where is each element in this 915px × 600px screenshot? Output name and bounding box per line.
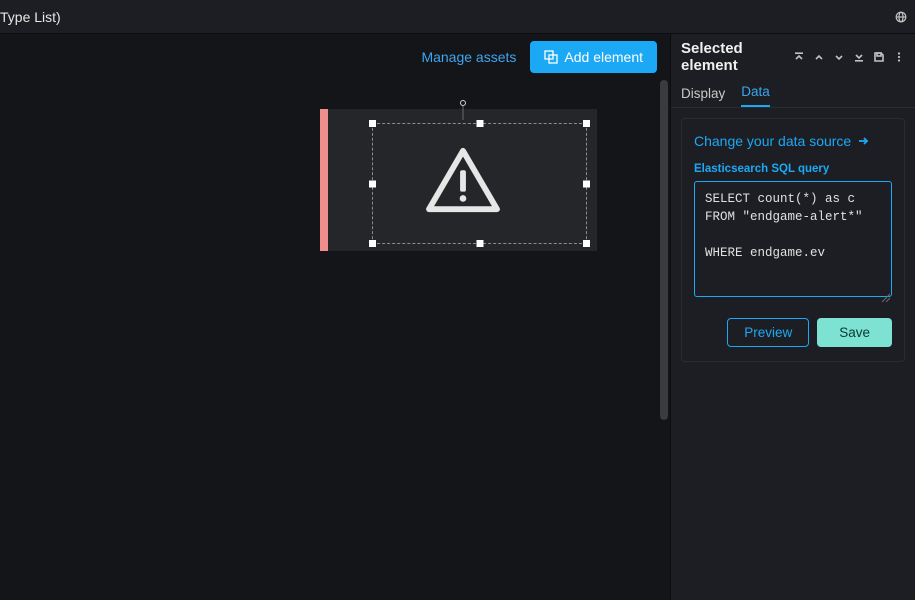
rotate-stem	[462, 106, 463, 120]
move-top-icon[interactable]	[793, 51, 805, 63]
resize-handle-ml[interactable]	[369, 180, 376, 187]
query-field-label: Elasticsearch SQL query	[694, 163, 892, 175]
selection-box	[372, 123, 587, 244]
save-element-icon[interactable]	[873, 51, 885, 63]
page-title: Type List)	[0, 9, 61, 25]
resize-handle-tr[interactable]	[583, 120, 590, 127]
side-panel-title: Selected element	[681, 40, 793, 74]
data-source-card: Change your data source Elasticsearch SQ…	[681, 118, 905, 362]
side-panel-tabs: Display Data	[671, 80, 915, 108]
vertical-scrollbar[interactable]	[660, 80, 668, 420]
move-down-icon[interactable]	[833, 51, 845, 63]
globe-icon[interactable]	[895, 11, 907, 23]
rotate-handle[interactable]	[460, 100, 466, 106]
side-panel-header: Selected element	[671, 34, 915, 80]
add-element-icon	[544, 50, 558, 64]
tab-data[interactable]: Data	[741, 84, 770, 107]
query-button-row: Preview Save	[694, 318, 892, 347]
change-data-source-button[interactable]: Change your data source	[694, 133, 869, 149]
add-element-button[interactable]: Add element	[530, 41, 657, 73]
move-bottom-icon[interactable]	[853, 51, 865, 63]
resize-handle-mr[interactable]	[583, 180, 590, 187]
arrow-right-icon	[857, 135, 869, 147]
move-up-icon[interactable]	[813, 51, 825, 63]
manage-assets-button[interactable]: Manage assets	[421, 49, 516, 65]
preview-button[interactable]: Preview	[727, 318, 809, 347]
tab-display[interactable]: Display	[681, 86, 725, 107]
resize-handle-tm[interactable]	[476, 120, 483, 127]
side-panel-header-icons	[793, 51, 905, 63]
resize-handle-bl[interactable]	[369, 240, 376, 247]
canvas-area: Manage assets Add element	[0, 34, 670, 600]
resize-handle-br[interactable]	[583, 240, 590, 247]
save-button[interactable]: Save	[817, 318, 892, 347]
query-input[interactable]	[694, 181, 892, 297]
canvas-element[interactable]	[320, 109, 597, 251]
resize-handle-tl[interactable]	[369, 120, 376, 127]
resize-handle-bm[interactable]	[476, 240, 483, 247]
more-icon[interactable]	[893, 51, 905, 63]
canvas-stage[interactable]	[0, 80, 670, 600]
canvas-toolbar: Manage assets Add element	[0, 34, 670, 80]
change-data-source-label: Change your data source	[694, 133, 851, 149]
add-element-label: Add element	[564, 49, 643, 65]
side-panel-body: Change your data source Elasticsearch SQ…	[671, 108, 915, 372]
top-bar: Type List)	[0, 0, 915, 34]
side-panel: Selected element	[670, 34, 915, 600]
